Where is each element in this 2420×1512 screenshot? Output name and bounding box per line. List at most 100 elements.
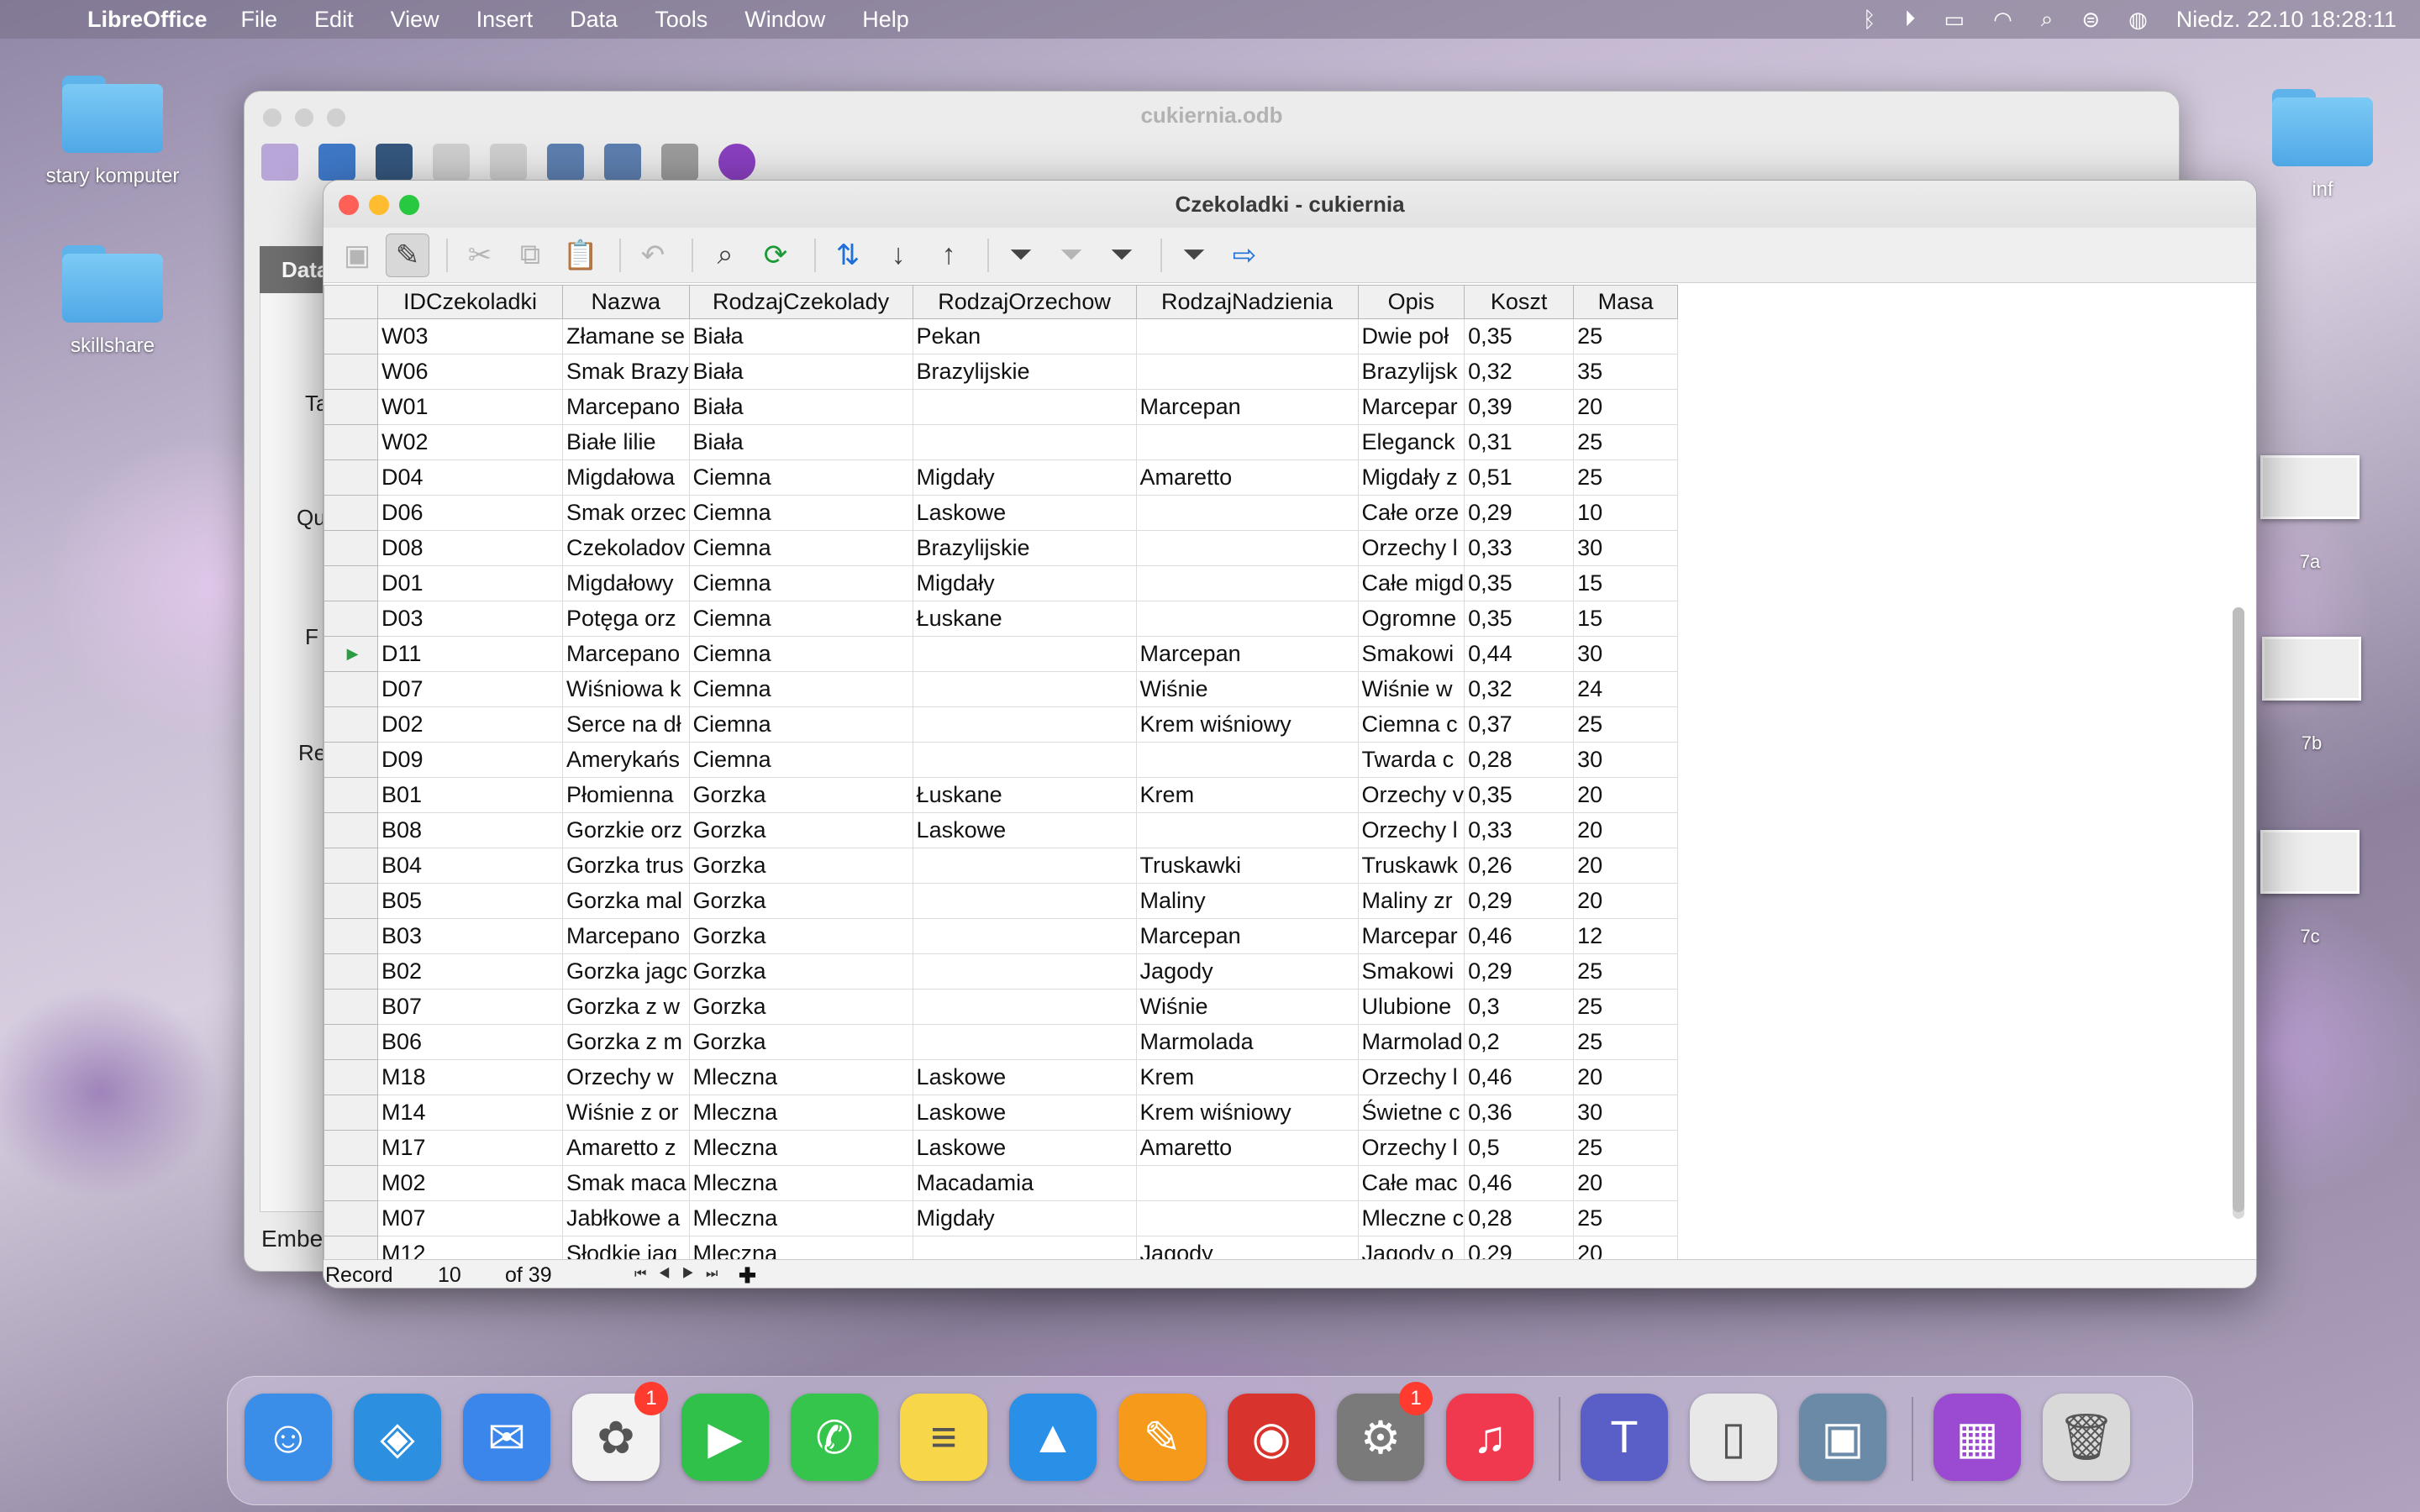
cut-icon[interactable]: ✂ [458, 234, 502, 277]
table-row[interactable]: D03 Potęga orz Ciemna Łuskane Ogromne 0,35 15 [324, 601, 1682, 637]
cell-opis[interactable]: Ulubione [1357, 989, 1465, 1025]
cell-rodzajorzechow[interactable] [912, 636, 1137, 672]
cell-rodzajczekolady[interactable]: Ciemna [688, 742, 913, 778]
cell-masa[interactable]: 20 [1573, 848, 1679, 884]
cell-idczekoladki[interactable]: B02 [377, 953, 563, 990]
desktop-screenshot-thumbnail[interactable] [2260, 455, 2360, 519]
preview-icon[interactable]: ▣ [1799, 1394, 1886, 1481]
menu-window[interactable]: Window [744, 7, 825, 33]
desktop-folder-skillshare[interactable]: skillshare [29, 245, 197, 358]
cell-masa[interactable]: 20 [1573, 883, 1679, 919]
cell-rodzajczekolady[interactable]: Biała [688, 354, 913, 390]
cell-koszt[interactable]: 0,3 [1464, 989, 1575, 1025]
cell-idczekoladki[interactable]: B01 [377, 777, 563, 813]
cell-rodzajnadzienia[interactable]: Maliny [1135, 883, 1359, 919]
cell-opis[interactable]: Marcepar [1357, 918, 1465, 954]
cell-idczekoladki[interactable]: M02 [377, 1165, 563, 1201]
cell-rodzajczekolady[interactable]: Ciemna [688, 459, 913, 496]
cell-rodzajnadzienia[interactable] [1135, 424, 1359, 460]
siri-icon[interactable]: ◍ [2128, 7, 2148, 33]
cell-rodzajnadzienia[interactable]: Amaretto [1135, 1130, 1359, 1166]
cell-idczekoladki[interactable]: D07 [377, 671, 563, 707]
menu-edit[interactable]: Edit [314, 7, 354, 33]
cell-rodzajnadzienia[interactable]: Jagody [1135, 953, 1359, 990]
cell-masa[interactable]: 12 [1573, 918, 1679, 954]
cell-rodzajorzechow[interactable] [912, 1024, 1137, 1060]
corner-cell[interactable] [324, 285, 378, 319]
cell-opis[interactable]: Orzechy l [1357, 1059, 1465, 1095]
cell-idczekoladki[interactable]: B07 [377, 989, 563, 1025]
cell-nazwa[interactable]: Migdałowa [562, 459, 690, 496]
table-row[interactable]: D09 Amerykańs Ciemna Twarda c 0,28 30 [324, 742, 1682, 778]
play-icon[interactable]: ⏵ [1904, 6, 1915, 33]
table-row[interactable]: W06 Smak Brazy Biała Brazylijskie Brazylijsk… [324, 354, 1682, 390]
save-icon[interactable] [376, 144, 413, 181]
cell-rodzajorzechow[interactable]: Migdały [912, 459, 1137, 496]
cell-rodzajczekolady[interactable]: Gorzka [688, 777, 913, 813]
cell-nazwa[interactable]: Jabłkowe a [562, 1200, 690, 1236]
column-header-idczekoladki[interactable]: IDCzekoladki [377, 285, 563, 319]
menu-help[interactable]: Help [862, 7, 909, 33]
cell-rodzajczekolady[interactable]: Gorzka [688, 918, 913, 954]
cell-idczekoladki[interactable]: M18 [377, 1059, 563, 1095]
cell-rodzajnadzienia[interactable] [1135, 812, 1359, 848]
battery-icon[interactable]: ▭ [1944, 7, 1965, 33]
undo-icon[interactable]: ↶ [631, 234, 675, 277]
cell-rodzajnadzienia[interactable]: Truskawki [1135, 848, 1359, 884]
desktop-folder-inf[interactable]: inf [2238, 89, 2407, 202]
row-header[interactable] [324, 318, 378, 354]
photo-booth-icon[interactable]: ◉ [1228, 1394, 1315, 1481]
cell-idczekoladki[interactable]: B03 [377, 918, 563, 954]
apply-filter-icon[interactable]: ⏷ [1100, 234, 1144, 277]
cell-rodzajczekolady[interactable]: Ciemna [688, 601, 913, 637]
cell-koszt[interactable]: 0,29 [1464, 953, 1575, 990]
cell-rodzajnadzienia[interactable]: Krem wiśniowy [1135, 1095, 1359, 1131]
cell-rodzajczekolady[interactable]: Gorzka [688, 953, 913, 990]
cell-masa[interactable]: 20 [1573, 777, 1679, 813]
cell-rodzajorzechow[interactable] [912, 848, 1137, 884]
cell-nazwa[interactable]: Płomienna [562, 777, 690, 813]
cell-rodzajnadzienia[interactable] [1135, 742, 1359, 778]
maximize-button[interactable] [399, 195, 419, 215]
cell-nazwa[interactable]: Amerykańs [562, 742, 690, 778]
row-header[interactable] [324, 565, 378, 601]
cell-rodzajnadzienia[interactable] [1135, 1165, 1359, 1201]
cell-koszt[interactable]: 0,36 [1464, 1095, 1575, 1131]
cell-masa[interactable]: 30 [1573, 1095, 1679, 1131]
cell-opis[interactable]: Eleganck [1357, 424, 1465, 460]
cell-masa[interactable]: 10 [1573, 495, 1679, 531]
cell-rodzajnadzienia[interactable] [1135, 495, 1359, 531]
cell-idczekoladki[interactable]: D03 [377, 601, 563, 637]
cell-masa[interactable]: 25 [1573, 706, 1679, 743]
cell-nazwa[interactable]: Czekoladov [562, 530, 690, 566]
system-settings-icon[interactable]: ⚙ 1 [1337, 1382, 1433, 1481]
cell-rodzajnadzienia[interactable] [1135, 1200, 1359, 1236]
cell-opis[interactable]: Brazylijsk [1357, 354, 1465, 390]
cell-masa[interactable]: 25 [1573, 989, 1679, 1025]
cell-nazwa[interactable]: Wiśniowa k [562, 671, 690, 707]
cell-idczekoladki[interactable]: W01 [377, 389, 563, 425]
cell-rodzajczekolady[interactable]: Gorzka [688, 989, 913, 1025]
desktop-folder-stary-komputer[interactable]: stary komputer [29, 76, 197, 188]
cell-nazwa[interactable]: Smak orzec [562, 495, 690, 531]
finder-icon[interactable]: ☺ [245, 1394, 332, 1481]
cell-nazwa[interactable]: Gorzka z w [562, 989, 690, 1025]
cell-rodzajczekolady[interactable]: Ciemna [688, 671, 913, 707]
cell-idczekoladki[interactable]: M07 [377, 1200, 563, 1236]
cell-rodzajnadzienia[interactable]: Krem [1135, 1059, 1359, 1095]
table-row[interactable]: D08 Czekoladov Ciemna Brazylijskie Orzechy l… [324, 530, 1682, 566]
refresh-icon[interactable]: ⟳ [754, 234, 797, 277]
cell-koszt[interactable]: 0,35 [1464, 601, 1575, 637]
cell-opis[interactable]: Orzechy l [1357, 530, 1465, 566]
row-header[interactable] [324, 1165, 378, 1201]
row-header[interactable] [324, 424, 378, 460]
cell-rodzajczekolady[interactable]: Gorzka [688, 848, 913, 884]
cell-nazwa[interactable]: Marcepano [562, 389, 690, 425]
standard-filter-icon[interactable]: ⏷ [1050, 234, 1093, 277]
cell-nazwa[interactable]: Gorzkie orz [562, 812, 690, 848]
row-header[interactable] [324, 1200, 378, 1236]
record-nav-arrows[interactable]: ⏮◀▶⏭ [634, 1267, 729, 1282]
cell-idczekoladki[interactable]: B06 [377, 1024, 563, 1060]
cell-rodzajnadzienia[interactable] [1135, 530, 1359, 566]
cell-rodzajorzechow[interactable] [912, 671, 1137, 707]
